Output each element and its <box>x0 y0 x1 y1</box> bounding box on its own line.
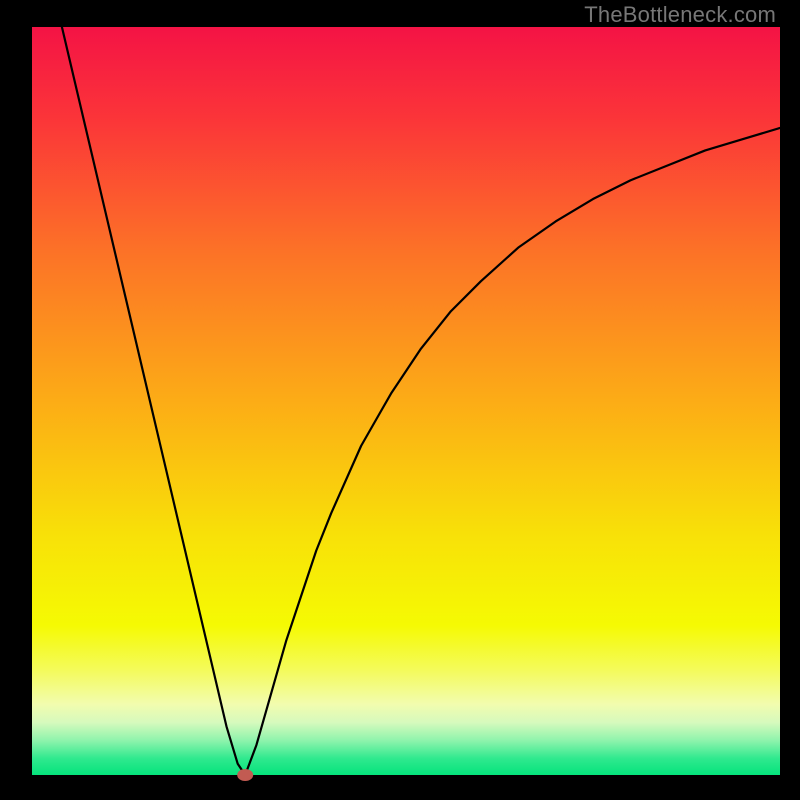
bottleneck-marker <box>237 769 253 781</box>
chart-svg <box>0 0 800 800</box>
plot-background <box>32 27 780 775</box>
watermark-text: TheBottleneck.com <box>584 2 776 28</box>
chart-frame: TheBottleneck.com <box>0 0 800 800</box>
